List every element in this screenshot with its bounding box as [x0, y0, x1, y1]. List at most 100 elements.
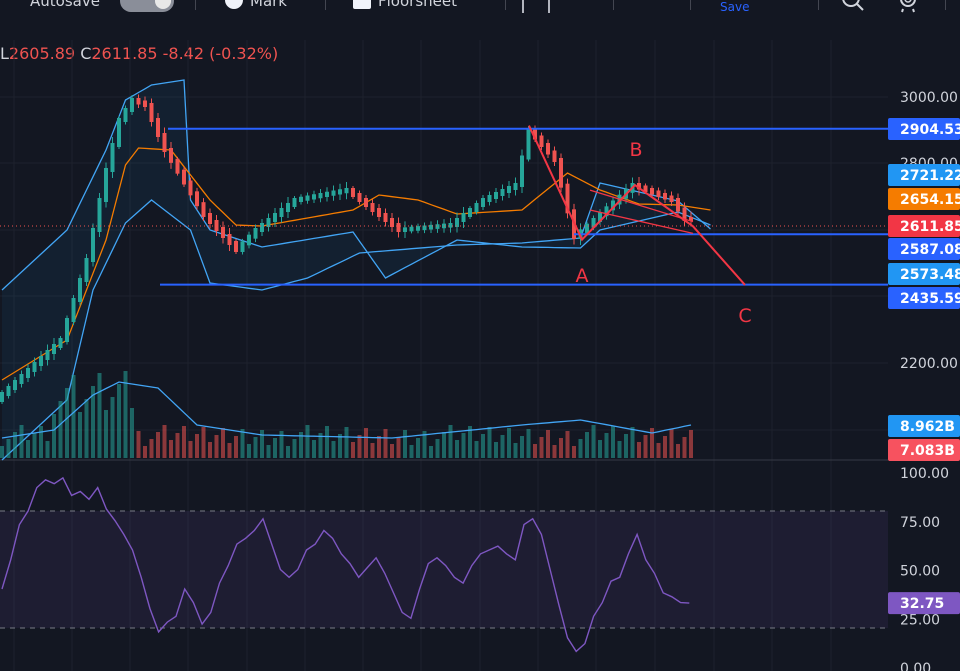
volume-bar [572, 446, 576, 458]
candle-body [19, 374, 24, 384]
candle-body [513, 183, 518, 190]
volume-bar [208, 442, 212, 458]
volume-bar [312, 440, 316, 458]
candle-body [0, 392, 4, 402]
volume-bar [221, 428, 225, 458]
volume-bar [195, 434, 199, 458]
candle-body [234, 241, 238, 252]
volume-bar [273, 438, 277, 458]
volume-bar [585, 432, 589, 458]
volume-bar [656, 443, 661, 458]
volume-bar [71, 375, 76, 458]
volume-bar [344, 427, 349, 458]
candle-body [214, 220, 219, 231]
volume-bar [338, 434, 342, 458]
volume-bar [331, 441, 336, 458]
candle-body [188, 180, 193, 196]
volume-bar [481, 434, 485, 458]
candle-body [481, 198, 485, 207]
candle-body [65, 318, 69, 342]
volume-bar [247, 444, 251, 458]
candle-body [357, 193, 362, 202]
candle-body [182, 169, 186, 185]
candle-body [123, 108, 128, 122]
candle-body [279, 208, 284, 217]
candle-body [91, 228, 95, 262]
volume-bar [201, 427, 206, 458]
volume-bar [169, 440, 173, 458]
volume-bar [156, 432, 160, 458]
candle-body [656, 190, 661, 197]
candle-body [52, 344, 56, 354]
price-tag: 2904.53 [900, 122, 960, 138]
candle-body [546, 143, 550, 155]
price-chart[interactable]: ABC3000.002800.002200.00100.0075.0050.00… [0, 0, 960, 671]
candle-body [338, 189, 342, 195]
candle-body [221, 227, 225, 238]
volume-bar [689, 430, 693, 458]
candle-body [435, 224, 440, 229]
volume-bar [6, 439, 11, 458]
volume-bar [52, 414, 56, 458]
price-tag: 2611.85 [900, 219, 960, 235]
candle-body [227, 234, 232, 245]
candle-body [676, 198, 680, 212]
candle-body [292, 198, 297, 207]
candle-body [286, 203, 290, 212]
volume-bar [188, 441, 193, 458]
candle-body [175, 158, 180, 174]
candle-body [117, 118, 121, 147]
rsi-axis-tick: 0.00 [900, 661, 931, 671]
candle-body [312, 194, 316, 200]
candle-body [299, 196, 303, 202]
candle-body [110, 143, 115, 172]
volume-bar [286, 446, 290, 458]
candle-body [344, 188, 349, 194]
candle-body [136, 98, 141, 105]
volume-bar [533, 444, 537, 458]
candle-body [78, 278, 82, 302]
price-tag: 2721.22 [900, 168, 960, 184]
candle-body [650, 188, 654, 195]
volume-bar [45, 441, 50, 458]
volume-bar [364, 428, 368, 458]
volume-bar [474, 441, 479, 458]
volume-bar [461, 433, 466, 458]
volume-bar [377, 436, 381, 458]
volume-bar [676, 444, 680, 458]
volume-bar [357, 435, 362, 458]
candle-body [669, 195, 674, 202]
candle-body [247, 234, 251, 246]
volume-bar [383, 429, 388, 458]
volume-bar [97, 373, 102, 458]
volume-bar [578, 439, 583, 458]
volume-bar [78, 412, 82, 458]
volume-bar [390, 444, 394, 458]
rsi-axis-tick: 25.00 [900, 612, 940, 628]
volume-bar [214, 435, 219, 458]
price-axis-tick: 2200.00 [900, 356, 958, 372]
rsi-axis-tick: 50.00 [900, 564, 940, 580]
price-tag: 2587.08 [900, 242, 960, 258]
candle-body [97, 198, 102, 232]
volume-bar [409, 445, 414, 458]
volume-bar [266, 445, 271, 458]
candle-body [500, 189, 505, 196]
volume-bar [65, 388, 69, 458]
volume-bar [143, 446, 147, 458]
candle-body [84, 258, 89, 282]
candle-body [71, 298, 76, 322]
pattern-label-c: C [738, 305, 751, 327]
candle-body [156, 118, 160, 137]
volume-bar [494, 442, 498, 458]
volume-bar [455, 440, 459, 458]
volume-bar [240, 429, 245, 458]
volume-bar [624, 434, 628, 458]
candle-body [364, 198, 368, 207]
volume-bar [539, 437, 544, 458]
volume-bar [396, 437, 401, 458]
price-axis-tick: 3000.00 [900, 90, 958, 106]
volume-bar [58, 401, 63, 458]
price-tag: 2654.15 [900, 192, 960, 208]
candle-body [273, 213, 277, 222]
